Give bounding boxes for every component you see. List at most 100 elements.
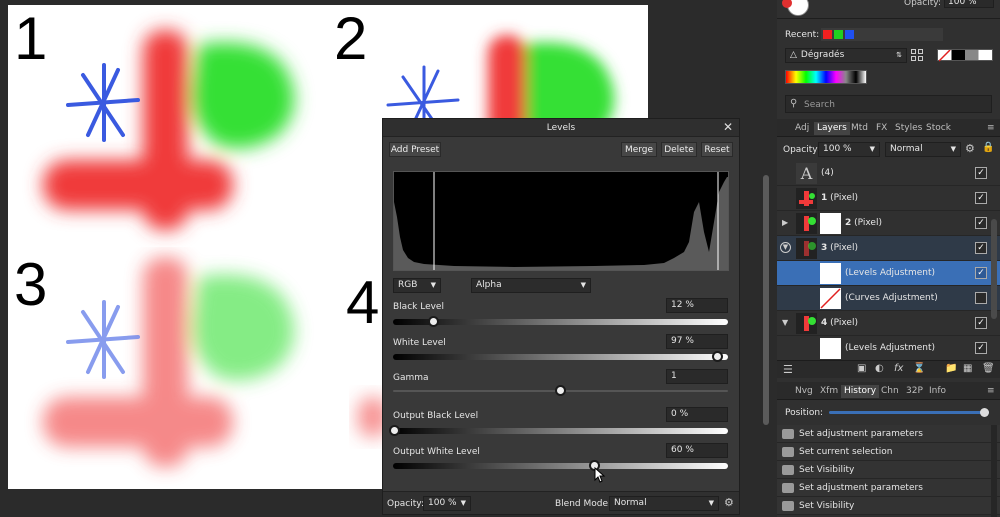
slider-knob[interactable] (712, 351, 724, 362)
layer-blend-mode-select[interactable]: Normal ▼ (885, 142, 961, 157)
folder-icon[interactable]: 📁 (945, 363, 957, 374)
history-scrollbar[interactable] (991, 425, 997, 517)
delete-button[interactable]: Delete (661, 142, 697, 157)
tab-history[interactable]: History (841, 385, 880, 398)
output-black-level-slider[interactable] (389, 425, 728, 436)
tab-32p[interactable]: 32P (903, 385, 926, 398)
gamma-slider[interactable] (393, 385, 728, 396)
output-white-level-field[interactable]: 60 % (666, 443, 728, 458)
histogram (393, 171, 729, 271)
layer-row-levels-adjustment[interactable]: (Levels Adjustment) ✓ (777, 336, 1000, 361)
output-black-level-field[interactable]: 0 % (666, 407, 728, 422)
swatch-preview-strip[interactable] (937, 49, 993, 62)
dropdown-arrow-icon: ▼ (869, 145, 875, 153)
layer-opacity-label: Opacity: (783, 145, 820, 155)
reset-button[interactable]: Reset (701, 142, 733, 157)
tab-mtd[interactable]: Mtd (848, 122, 871, 135)
layer-name: 1 (Pixel) (821, 193, 858, 203)
layer-visibility-checkbox[interactable]: ✓ (975, 342, 987, 354)
gamma-label: Gamma (393, 373, 429, 383)
fx-icon[interactable]: fx (894, 363, 903, 374)
recent-colors-strip[interactable] (821, 28, 943, 41)
layer-row-3[interactable]: ▼ 3 (Pixel) ✓ (777, 236, 1000, 261)
history-item[interactable]: Set current selection (777, 443, 1000, 461)
white-level-field[interactable]: 97 % (666, 334, 728, 349)
history-item[interactable]: Set adjustment parameters (777, 425, 1000, 443)
blend-mode-label: Blend Mode: (555, 499, 612, 509)
gear-icon[interactable]: ⚙ (965, 142, 975, 155)
tab-nvg[interactable]: Nvg (792, 385, 816, 398)
alpha-select[interactable]: Alpha ▼ (471, 278, 591, 293)
gear-icon[interactable]: ⚙ (724, 496, 734, 509)
tab-xfm[interactable]: Xfm (817, 385, 841, 398)
blend-mode-select[interactable]: Normal ▼ (609, 496, 719, 511)
layer-visibility-checkbox[interactable]: ✓ (975, 267, 987, 279)
canvas-quadrant-3: 3 (8, 247, 328, 489)
layers-scrollbar-thumb[interactable] (991, 219, 997, 319)
history-item[interactable]: Set Visibility (777, 497, 1000, 515)
layer-row-2[interactable]: ▶ 2 (Pixel) ✓ (777, 211, 1000, 236)
slider-knob[interactable] (555, 385, 566, 396)
tab-fx[interactable]: FX (873, 122, 890, 135)
adjustment-icon[interactable]: ◐ (875, 363, 884, 374)
search-box[interactable]: ⚲ Search (785, 95, 992, 113)
layer-row-curves-adjustment[interactable]: (Curves Adjustment) (777, 286, 1000, 311)
tab-stock[interactable]: Stock (923, 122, 954, 135)
collapse-arrow-icon[interactable]: ▼ (782, 318, 788, 327)
mask-icon[interactable]: ▣ (857, 363, 866, 374)
output-white-level-slider[interactable] (393, 460, 728, 471)
panel-menu-icon[interactable]: ≡ (984, 385, 998, 398)
gamma-field[interactable]: 1 (666, 369, 728, 384)
layer-visibility-checkbox[interactable]: ✓ (975, 167, 987, 179)
expand-arrow-icon[interactable]: ▶ (782, 218, 788, 227)
layer-row-levels-adjustment-selected[interactable]: (Levels Adjustment) ✓ (777, 261, 1000, 286)
curve-icon (820, 288, 841, 309)
dialog-titlebar[interactable]: Levels ✕ (383, 119, 739, 137)
brush-strokes-1 (43, 30, 295, 230)
tab-styles[interactable]: Styles (892, 122, 925, 135)
tab-info[interactable]: Info (926, 385, 949, 398)
slider-knob[interactable] (389, 425, 401, 436)
black-level-field[interactable]: 12 % (666, 298, 728, 313)
trash-icon[interactable]: 🗑 (982, 363, 995, 374)
tab-chn[interactable]: Chn (878, 385, 902, 398)
history-position-slider[interactable] (829, 408, 989, 417)
layer-row-4[interactable]: ▼ 4 (Pixel) ✓ (777, 311, 1000, 336)
footer-opacity-field[interactable]: 100 % ▼ (423, 496, 471, 511)
close-icon[interactable]: ✕ (723, 120, 733, 134)
layer-name: 2 (Pixel) (845, 218, 882, 228)
layer-visibility-checkbox[interactable]: ✓ (975, 192, 987, 204)
layer-visibility-checkbox[interactable]: ✓ (975, 317, 987, 329)
tab-layers[interactable]: Layers (814, 122, 850, 135)
channel-select[interactable]: RGB ▼ (393, 278, 441, 293)
layers-stack-icon[interactable]: ☰ (783, 363, 793, 376)
add-pixel-layer-icon[interactable]: ▦ (963, 363, 972, 374)
dropdown-arrow-icon: ▼ (580, 281, 586, 289)
color-opacity-field[interactable]: 100 % (944, 0, 994, 8)
live-filter-icon[interactable]: ⌛ (913, 363, 925, 374)
layer-visibility-checkbox[interactable]: ✓ (975, 217, 987, 229)
panel-menu-icon[interactable]: ≡ (984, 122, 998, 135)
scrollbar-thumb[interactable] (763, 175, 769, 425)
tab-adj[interactable]: Adj (792, 122, 812, 135)
white-level-slider[interactable] (393, 351, 728, 362)
slider-knob[interactable] (427, 316, 439, 327)
studio-tabbar-layers: Adj Layers Mtd FX Styles Stock ≡ (777, 119, 1000, 137)
black-level-slider[interactable] (393, 316, 728, 327)
layer-visibility-checkbox[interactable]: ✓ (975, 242, 987, 254)
layer-row-1[interactable]: 1 (Pixel) ✓ (777, 186, 1000, 211)
layer-opacity-field[interactable]: 100 % ▼ (818, 142, 880, 157)
add-preset-button[interactable]: Add Preset (389, 142, 441, 157)
history-item[interactable]: Set Visibility (777, 461, 1000, 479)
collapse-arrow-icon[interactable]: ▼ (780, 242, 791, 253)
gradient-category-select[interactable]: △ Dégradés ⇅ (785, 48, 907, 63)
grid-options-icon[interactable] (911, 49, 923, 61)
gradient-swatches[interactable] (785, 70, 867, 84)
layer-visibility-checkbox[interactable] (975, 292, 987, 304)
merge-button[interactable]: Merge (621, 142, 657, 157)
slider-knob[interactable] (979, 408, 989, 417)
history-item[interactable]: Set adjustment parameters (777, 479, 1000, 497)
curves-adjustment-thumbnail (820, 288, 841, 309)
layer-row-text[interactable]: A (4) ✓ (777, 161, 1000, 186)
lock-icon[interactable]: 🔒 (982, 142, 994, 153)
